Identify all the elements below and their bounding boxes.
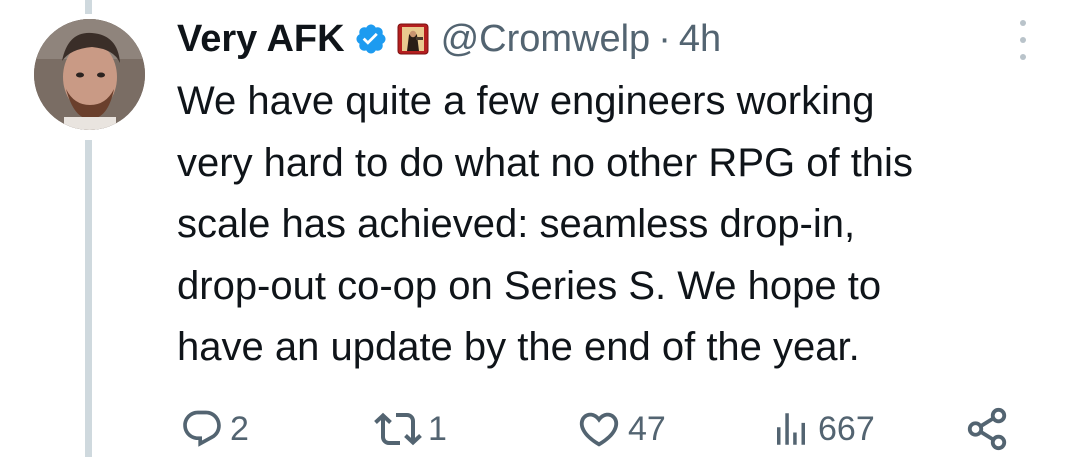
- like-button[interactable]: 47: [576, 400, 666, 458]
- retweet-count: 1: [428, 409, 447, 448]
- share-icon: [964, 406, 1010, 452]
- tweet-text-line: very hard to do what no other RPG of thi…: [177, 140, 913, 185]
- affiliate-badge-icon[interactable]: [397, 23, 429, 55]
- action-bar: 2 1 47 667: [0, 400, 1075, 460]
- more-dot: [1020, 20, 1026, 26]
- separator-dot: ·: [658, 17, 671, 60]
- avatar[interactable]: [34, 19, 145, 130]
- more-dot: [1020, 37, 1026, 43]
- retweet-icon: [374, 405, 422, 453]
- views-button[interactable]: 667: [770, 400, 875, 458]
- retweet-button[interactable]: 1: [374, 400, 447, 458]
- tweet-text-line: have an update by the end of the year.: [177, 325, 860, 369]
- like-icon: [576, 406, 622, 452]
- tweet-header: Very AFK @Cromwelp · 4h: [177, 14, 721, 64]
- like-count: 47: [628, 409, 666, 448]
- reply-count: 2: [230, 409, 249, 448]
- thread-line-top: [85, 0, 92, 14]
- tweet-text-line: scale has achieved: seamless drop-in,: [177, 202, 856, 246]
- tweet-text-line: drop-out co-op on Series S. We hope to: [177, 263, 882, 308]
- tweet-text-line: We have quite a few engineers working: [177, 79, 875, 123]
- share-button[interactable]: [964, 400, 1010, 458]
- verified-badge-icon: [354, 22, 388, 56]
- reply-button[interactable]: 2: [180, 400, 249, 458]
- tweet-timestamp[interactable]: 4h: [679, 18, 721, 61]
- reply-icon: [180, 407, 224, 451]
- more-options-icon[interactable]: [1012, 20, 1034, 60]
- views-count: 667: [818, 409, 875, 448]
- more-dot: [1020, 54, 1026, 60]
- tweet-text: We have quite a few engineers working ve…: [177, 71, 1057, 379]
- author-name[interactable]: Very AFK: [177, 18, 345, 61]
- author-handle[interactable]: @Cromwelp: [441, 18, 651, 61]
- views-icon: [770, 408, 812, 450]
